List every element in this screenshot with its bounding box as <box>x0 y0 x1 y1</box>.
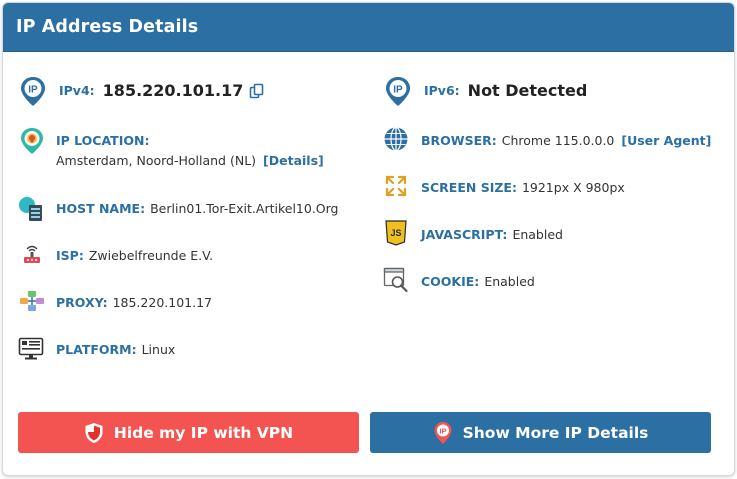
browser-label: BROWSER: <box>421 132 497 148</box>
svg-text:IP: IP <box>28 85 38 96</box>
browser-value: Chrome 115.0.0.0 <box>501 132 615 148</box>
host-name-label: HOST NAME: <box>56 200 146 216</box>
ip-pin-icon: IP <box>386 77 410 106</box>
ip-location-label: IP LOCATION: <box>56 132 150 148</box>
platform-label: PLATFORM: <box>56 341 137 357</box>
javascript-value: Enabled <box>512 226 563 242</box>
cookie-label: COOKIE: <box>421 273 480 289</box>
ip-location-value: Amsterdam, Noord-Holland (NL) <box>56 152 257 168</box>
show-more-ip-details-button[interactable]: IP Show More IP Details <box>370 412 711 453</box>
ip-pin-icon: IP <box>434 421 452 444</box>
screen-size-row: SCREEN SIZE: 1921px X 980px <box>421 178 625 196</box>
cookie-row: COOKIE: Enabled <box>421 272 535 290</box>
proxy-value: 185.220.101.17 <box>112 294 212 310</box>
ip-location-value-row: Amsterdam, Noord-Holland (NL) [Details] <box>56 151 324 169</box>
browser-row: BROWSER: Chrome 115.0.0.0 [User Agent] <box>421 131 711 149</box>
svg-text:IP: IP <box>439 426 446 435</box>
javascript-label: JAVASCRIPT: <box>421 226 508 242</box>
ipv6-row: IPv6: Not Detected <box>424 79 587 101</box>
host-name-row: HOST NAME: Berlin01.Tor-Exit.Artikel10.O… <box>56 199 339 217</box>
proxy-icon <box>20 291 44 311</box>
copy-icon[interactable] <box>249 83 265 99</box>
ipv6-label: IPv6: <box>424 82 460 98</box>
svg-text:JS: JS <box>390 228 401 238</box>
javascript-row: JAVASCRIPT: Enabled <box>421 225 563 243</box>
ipv6-value: Not Detected <box>467 80 588 100</box>
monitor-icon <box>18 337 44 360</box>
screen-size-value: 1921px X 980px <box>521 179 625 195</box>
user-agent-link[interactable]: [User Agent] <box>621 133 711 148</box>
server-icon <box>19 197 42 221</box>
show-more-ip-details-label: Show More IP Details <box>462 423 649 442</box>
details-link[interactable]: [Details] <box>263 153 324 168</box>
globe-icon <box>384 126 408 152</box>
platform-value: Linux <box>141 341 176 357</box>
hide-ip-vpn-label: Hide my IP with VPN <box>113 423 294 442</box>
ip-location-label-row: IP LOCATION: <box>56 131 154 149</box>
isp-label: ISP: <box>56 247 84 263</box>
isp-value: Zwiebelfreunde E.V. <box>88 247 214 263</box>
isp-row: ISP: Zwiebelfreunde E.V. <box>56 246 213 264</box>
ip-pin-icon: IP <box>21 77 45 106</box>
ip-details-card: IP Address Details IP IPv4: 185.220.101.… <box>2 2 735 476</box>
shield-icon <box>85 422 103 443</box>
hide-ip-vpn-button[interactable]: Hide my IP with VPN <box>18 412 359 453</box>
card-header: IP Address Details <box>3 3 734 52</box>
host-name-value: Berlin01.Tor-Exit.Artikel10.Org <box>150 200 339 216</box>
svg-text:IP: IP <box>393 85 403 96</box>
screen-size-label: SCREEN SIZE: <box>421 179 517 195</box>
ipv4-row: IPv4: 185.220.101.17 <box>59 79 243 101</box>
cookie-value: Enabled <box>484 273 535 289</box>
cookie-search-icon <box>383 267 408 293</box>
isp-icon <box>24 245 40 263</box>
expand-icon <box>385 175 407 197</box>
ipv4-label: IPv4: <box>59 82 95 98</box>
card-title: IP Address Details <box>16 17 199 37</box>
js-icon: JS <box>385 220 407 246</box>
proxy-label: PROXY: <box>56 294 108 310</box>
ipv4-value: 185.220.101.17 <box>102 80 244 100</box>
platform-row: PLATFORM: Linux <box>56 340 175 358</box>
proxy-row: PROXY: 185.220.101.17 <box>56 293 212 311</box>
location-pin-icon <box>21 128 43 154</box>
